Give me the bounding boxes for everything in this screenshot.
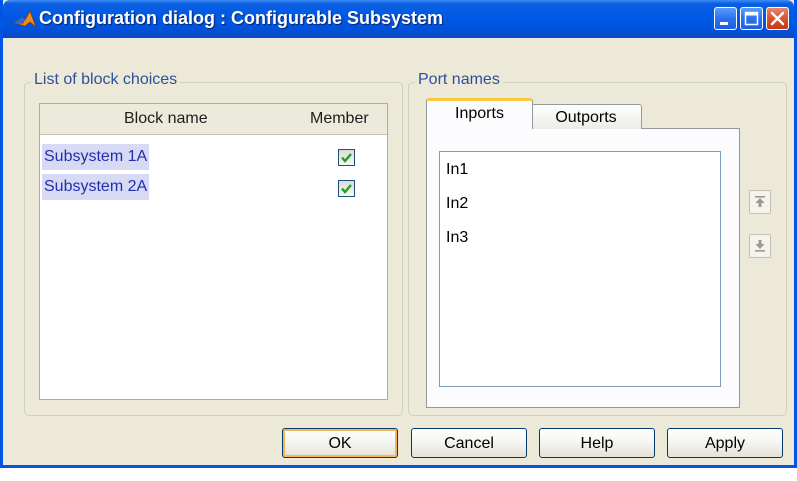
block-choices-group-title: List of block choices <box>31 71 181 89</box>
minimize-icon <box>720 22 728 25</box>
list-item-in1[interactable]: In1 <box>446 161 468 179</box>
dialog-window: Configuration dialog : Configurable Subs… <box>0 0 797 468</box>
table-row-subsystem-1a[interactable]: Subsystem 1A <box>42 144 150 170</box>
table-header: Block name Member <box>40 104 387 135</box>
maximize-button[interactable] <box>740 7 763 30</box>
arrow-down-icon <box>755 240 765 252</box>
move-down-button[interactable] <box>749 234 771 258</box>
list-item-in3[interactable]: In3 <box>446 229 468 247</box>
cancel-button[interactable]: Cancel <box>411 428 527 458</box>
close-icon <box>770 11 785 26</box>
move-up-button[interactable] <box>749 190 771 214</box>
title-bar[interactable]: Configuration dialog : Configurable Subs… <box>3 0 794 38</box>
column-header-member[interactable]: Member <box>310 110 369 128</box>
member-checkbox-subsystem-1a[interactable] <box>338 149 355 166</box>
list-item-in2[interactable]: In2 <box>446 195 468 213</box>
maximize-icon <box>744 11 759 26</box>
apply-button[interactable]: Apply <box>667 428 783 458</box>
table-row-subsystem-2a[interactable]: Subsystem 2A <box>42 174 150 200</box>
inports-list[interactable] <box>439 151 721 387</box>
block-choices-table: Block name Member Subsystem 1A Subsystem… <box>39 103 388 400</box>
window-title: Configuration dialog : Configurable Subs… <box>39 8 444 28</box>
close-button[interactable] <box>766 7 789 30</box>
ok-button[interactable]: OK <box>282 428 398 458</box>
column-header-block-name[interactable]: Block name <box>124 110 208 128</box>
check-mark-icon <box>341 153 352 163</box>
minimize-button[interactable] <box>714 7 737 30</box>
matlab-logo-icon <box>13 10 37 29</box>
port-names-group-title: Port names <box>415 71 503 89</box>
member-checkbox-subsystem-2a[interactable] <box>338 180 355 197</box>
arrow-up-icon <box>755 196 765 207</box>
tab-inports[interactable]: Inports <box>426 98 533 129</box>
check-mark-icon <box>341 184 352 194</box>
tab-outports[interactable]: Outports <box>530 104 642 129</box>
help-button[interactable]: Help <box>539 428 655 458</box>
